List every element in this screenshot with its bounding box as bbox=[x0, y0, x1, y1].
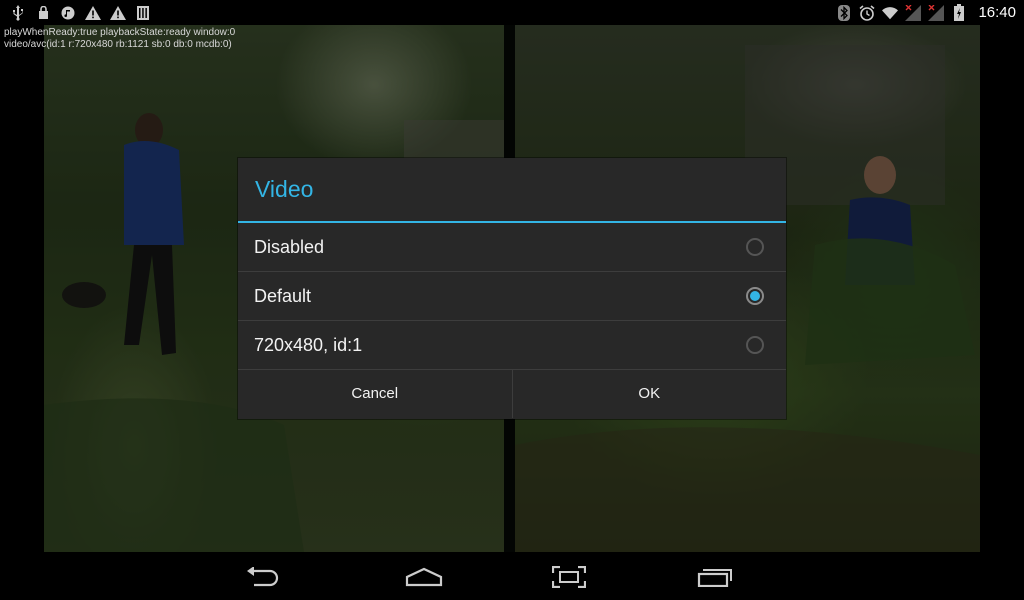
ok-button[interactable]: OK bbox=[513, 370, 787, 418]
screenshot-icon[interactable] bbox=[549, 562, 589, 592]
warning-icon bbox=[110, 5, 126, 21]
debug-line: video/avc(id:1 r:720x480 rb:1121 sb:0 db… bbox=[4, 39, 232, 50]
option-720x480[interactable]: 720x480, id:1 bbox=[238, 321, 786, 370]
video-track-dialog: Video Disabled Default 720x480, id:1 Can… bbox=[238, 158, 786, 419]
navigation-bar bbox=[0, 552, 1024, 600]
option-label: Disabled bbox=[254, 237, 325, 257]
dialog-title: Video bbox=[255, 176, 314, 202]
signal-icon bbox=[905, 4, 922, 21]
system-icons: 16:40 bbox=[836, 0, 1024, 25]
radio-button-selected[interactable] bbox=[746, 287, 764, 305]
debug-overlay: playWhenReady:true playbackState:ready w… bbox=[4, 27, 235, 51]
warning-icon bbox=[85, 5, 101, 21]
dialog-buttons: Cancel OK bbox=[238, 370, 786, 418]
status-bar: 16:40 bbox=[0, 0, 1024, 25]
signal-icon bbox=[928, 4, 945, 21]
radio-button[interactable] bbox=[746, 238, 764, 256]
back-icon[interactable] bbox=[242, 562, 282, 592]
cancel-button[interactable]: Cancel bbox=[238, 370, 512, 418]
notification-icons bbox=[10, 4, 151, 21]
option-disabled[interactable]: Disabled bbox=[238, 223, 786, 272]
wifi-icon bbox=[882, 5, 899, 21]
lock-icon bbox=[35, 5, 51, 21]
option-default[interactable]: Default bbox=[238, 272, 786, 321]
usb-icon bbox=[10, 4, 26, 21]
radio-button[interactable] bbox=[746, 336, 764, 354]
battery-icon bbox=[951, 4, 967, 21]
music-icon bbox=[60, 5, 76, 21]
alarm-icon bbox=[859, 4, 875, 21]
bluetooth-icon bbox=[836, 4, 852, 21]
option-label: Default bbox=[254, 286, 312, 306]
home-icon[interactable] bbox=[404, 562, 444, 592]
storage-icon bbox=[135, 5, 151, 21]
debug-line: playWhenReady:true playbackState:ready w… bbox=[4, 27, 236, 38]
recents-icon[interactable] bbox=[695, 562, 735, 592]
option-label: 720x480, id:1 bbox=[254, 335, 363, 355]
clock: 16:40 bbox=[978, 4, 1016, 21]
